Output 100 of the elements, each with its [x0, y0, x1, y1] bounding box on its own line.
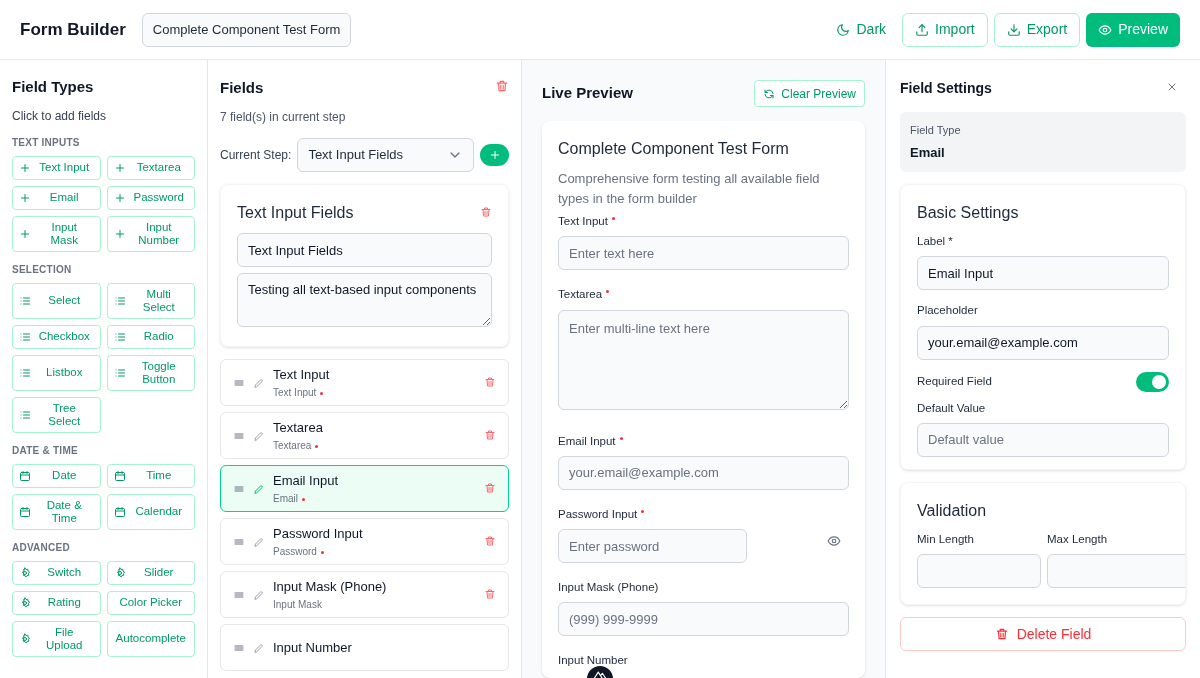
field-type-button[interactable]: Input Mask	[12, 215, 101, 252]
required-toggle[interactable]	[1136, 371, 1169, 392]
toolbar-button[interactable]: Export	[993, 12, 1081, 47]
form-description: Comprehensive form testing all available field types in the form builder	[558, 170, 821, 208]
form-name-field[interactable]: Complete Component Test Form	[141, 12, 351, 47]
field-row[interactable]: Password Input Password	[220, 518, 509, 565]
field-row[interactable]: Input Number	[220, 624, 509, 671]
field-type-button[interactable]: Radio	[106, 324, 195, 349]
pencil-icon	[253, 535, 265, 548]
toolbar-button[interactable]: Dark	[826, 12, 897, 47]
text-field[interactable]	[1047, 554, 1185, 588]
trash-icon	[484, 375, 496, 388]
field-type-button[interactable]: Password	[106, 185, 195, 210]
refresh-icon	[763, 87, 776, 100]
field-type-button[interactable]: Checkbox	[12, 324, 101, 349]
step-description-field[interactable]: Testing all text-based input components	[237, 273, 492, 327]
pencil-icon	[253, 641, 265, 654]
eye-icon	[827, 534, 841, 548]
field-label: Label *	[917, 234, 954, 249]
trash-icon	[484, 481, 496, 494]
form-title: Complete Component Test Form	[558, 139, 790, 159]
field-type: Textarea	[273, 437, 476, 453]
panel-title: Field Settings	[900, 78, 992, 98]
calendar-icon	[113, 505, 126, 518]
panel-subtitle: Click to add fields	[12, 107, 108, 125]
field-type-button[interactable]: Select	[12, 282, 101, 319]
field-type-button[interactable]: Multi Select	[106, 282, 195, 319]
field-label: Password Input	[558, 505, 849, 523]
plus-icon	[113, 227, 126, 240]
field-type-button[interactable]: Tree Select	[12, 396, 101, 433]
field-row[interactable]: Textarea Textarea	[220, 412, 509, 459]
field-type-button[interactable]: Color Picker	[106, 590, 195, 615]
field-type-button[interactable]: Time	[106, 463, 195, 488]
field-type-button[interactable]: Calendar	[106, 493, 195, 530]
mountain-icon	[593, 670, 607, 678]
field-label: Min Length	[917, 531, 975, 547]
trash-icon	[484, 428, 496, 441]
field-type-button[interactable]: Listbox	[12, 354, 101, 391]
field-label: Input Mask (Phone)	[558, 580, 660, 595]
text-field[interactable]	[917, 554, 1041, 588]
panel-title: Live Preview	[542, 83, 633, 104]
step-title: Text Input Fields	[237, 203, 354, 223]
delete-field-button[interactable]: Delete Field	[900, 617, 1186, 651]
field-label: Required Field	[917, 373, 992, 389]
close-icon	[1166, 81, 1178, 93]
plus-icon	[488, 149, 501, 161]
field-row[interactable]: Text Input Text Input	[220, 359, 509, 406]
field-row[interactable]: Input Mask (Phone) Input Mask	[220, 571, 509, 618]
field-type-button[interactable]: File Upload	[12, 620, 101, 657]
text-field[interactable]: Email Input	[917, 256, 1169, 291]
toolbar-button[interactable]: Import	[902, 12, 988, 47]
text-field[interactable]: Enter text here	[558, 236, 849, 271]
field-label: Text Input	[558, 213, 849, 231]
plus-icon	[113, 161, 126, 174]
preview-button[interactable]: Preview	[1086, 12, 1180, 47]
field-type-value: Email	[910, 143, 946, 162]
moon-icon	[836, 22, 851, 37]
section-title: Validation	[917, 500, 988, 521]
text-field[interactable]: (999) 999-9999	[558, 602, 849, 637]
field-type: Password	[273, 543, 476, 559]
field-label: Placeholder	[917, 303, 979, 319]
section-heading: TEXT INPUTS	[12, 135, 81, 150]
textarea-field[interactable]: Enter multi-line text here	[558, 309, 849, 410]
field-type-button[interactable]: Textarea	[106, 155, 195, 180]
field-type-button[interactable]: Switch	[12, 560, 101, 585]
text-field[interactable]: your.email@example.com	[558, 455, 849, 490]
calendar-icon	[19, 469, 31, 482]
download-icon	[1006, 22, 1021, 37]
step-select[interactable]: Text Input Fields	[297, 138, 474, 172]
text-field[interactable]: Default value	[917, 422, 1169, 457]
field-label: Textarea	[558, 286, 849, 304]
pencil-icon	[253, 429, 265, 442]
field-type-button[interactable]: Toggle Button	[106, 354, 195, 391]
panel-title: Fields	[220, 77, 264, 98]
trash-icon	[484, 587, 496, 600]
text-field[interactable]: your.email@example.com	[917, 325, 1169, 360]
field-row[interactable]: Email Input Email	[220, 465, 509, 512]
field-type-button[interactable]: Rating	[12, 590, 101, 615]
upload-icon	[915, 22, 930, 37]
field-type-button[interactable]: Email	[12, 185, 101, 210]
field-label: Textarea	[273, 419, 324, 438]
field-type-button[interactable]: Input Number	[106, 215, 195, 252]
field-type-button[interactable]: Autocomplete	[106, 620, 195, 657]
field-type-button[interactable]: Date & Time	[12, 493, 101, 530]
field-type: Input Mask	[273, 597, 323, 612]
gear-icon	[19, 566, 31, 579]
panel-title: Field Types	[12, 77, 95, 97]
field-label: Input Mask (Phone)	[273, 578, 388, 597]
field-type-button[interactable]: Text Input	[12, 155, 101, 180]
clear-preview-button[interactable]: Clear Preview	[754, 80, 865, 107]
password-field[interactable]: Enter password	[558, 529, 747, 563]
step-name-field[interactable]: Text Input Fields	[237, 233, 492, 267]
field-label: Default Value	[917, 400, 987, 416]
section-heading: ADVANCED	[12, 540, 71, 555]
section-heading: SELECTION	[12, 262, 73, 277]
field-type-button[interactable]: Slider	[106, 560, 195, 585]
field-label: Max Length	[1047, 531, 1109, 547]
section-heading: DATE & TIME	[12, 443, 79, 458]
add-step-button[interactable]	[480, 144, 509, 166]
field-type-button[interactable]: Date	[12, 463, 101, 488]
